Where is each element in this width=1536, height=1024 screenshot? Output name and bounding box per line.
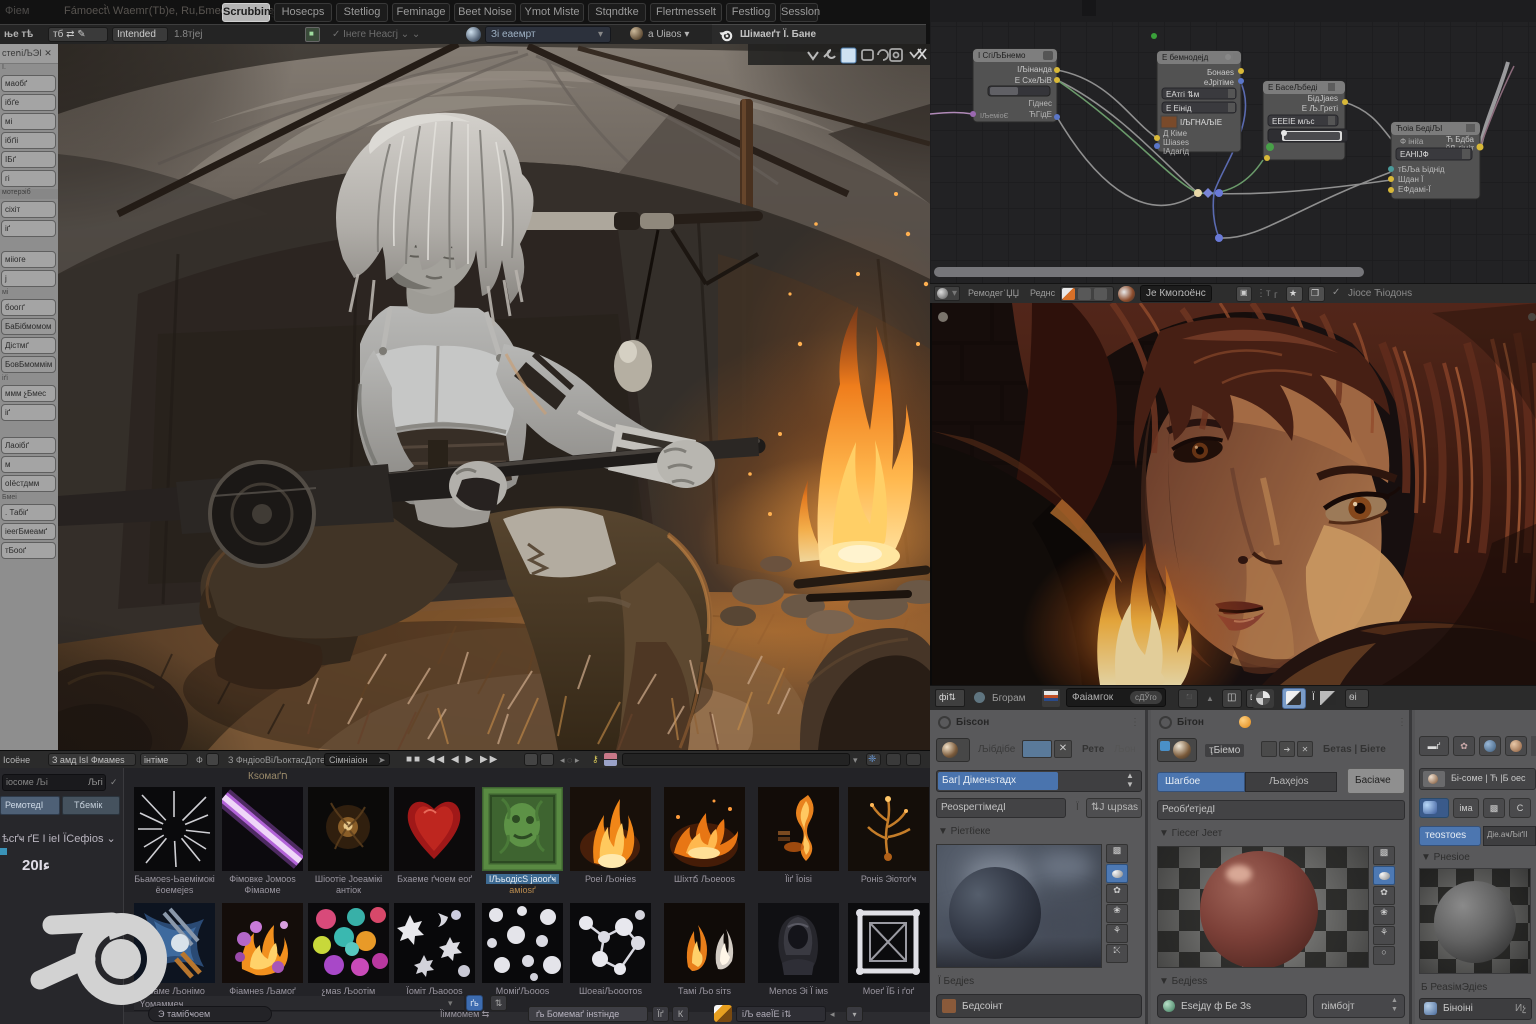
svg-text:еЈрітіме: еЈрітіме	[1204, 78, 1235, 87]
svg-text:Ћ Бдба: Ћ Бдба	[1446, 135, 1474, 144]
svg-text:тБЉа Ьіднід: тБЉа Ьіднід	[1398, 165, 1445, 174]
svg-text:Е СхеЉіВ: Е СхеЉіВ	[1015, 76, 1052, 85]
svg-text:Гіднес: Гіднес	[1028, 99, 1052, 108]
svg-text:Е БасеЉбеді: Е БасеЉбеді	[1268, 83, 1318, 92]
svg-text:Шіаѕеѕ: Шіаѕеѕ	[1163, 138, 1189, 147]
svg-text:Ћоіа БедіЉІ: Ћоіа БедіЉІ	[1396, 124, 1442, 133]
svg-text:ІЉГНАЉІЕ: ІЉГНАЉІЕ	[1180, 118, 1222, 127]
svg-text:ІАдагід: ІАдагід	[1163, 147, 1189, 156]
svg-text:Д Кіме: Д Кіме	[1163, 129, 1188, 138]
svg-text:Е бемнодејд: Е бемнодејд	[1162, 53, 1209, 62]
svg-text:І СгіЉБнемо: І СгіЉБнемо	[978, 51, 1026, 60]
svg-text:Е Еінід: Е Еінід	[1166, 104, 1192, 113]
svg-text:Бонаеѕ: Бонаеѕ	[1207, 68, 1234, 77]
svg-text:ЕАтгі ⇅м: ЕАтгі ⇅м	[1166, 90, 1199, 99]
svg-text:Е Љ.Греті: Е Љ.Греті	[1302, 104, 1338, 113]
svg-text:Шдан Ї: Шдан Ї	[1398, 175, 1424, 184]
svg-text:ЕЕЕІЕ мљс: ЕЕЕІЕ мљс	[1272, 117, 1315, 126]
svg-text:ЕФдамі-Ї: ЕФдамі-Ї	[1398, 185, 1431, 194]
svg-text:ІЉеміоЄ: ІЉеміоЄ	[980, 112, 1009, 120]
svg-text:ІЉінанда: ІЉінанда	[1017, 65, 1052, 74]
svg-text:ЕАНІЈФ: ЕАНІЈФ	[1400, 150, 1429, 159]
svg-text:Ф ініℓа: Ф ініℓа	[1400, 137, 1424, 146]
svg-text:ЋГідЕ: ЋГідЕ	[1029, 110, 1052, 119]
svg-text:БідЈјаеѕ: БідЈјаеѕ	[1308, 94, 1338, 103]
